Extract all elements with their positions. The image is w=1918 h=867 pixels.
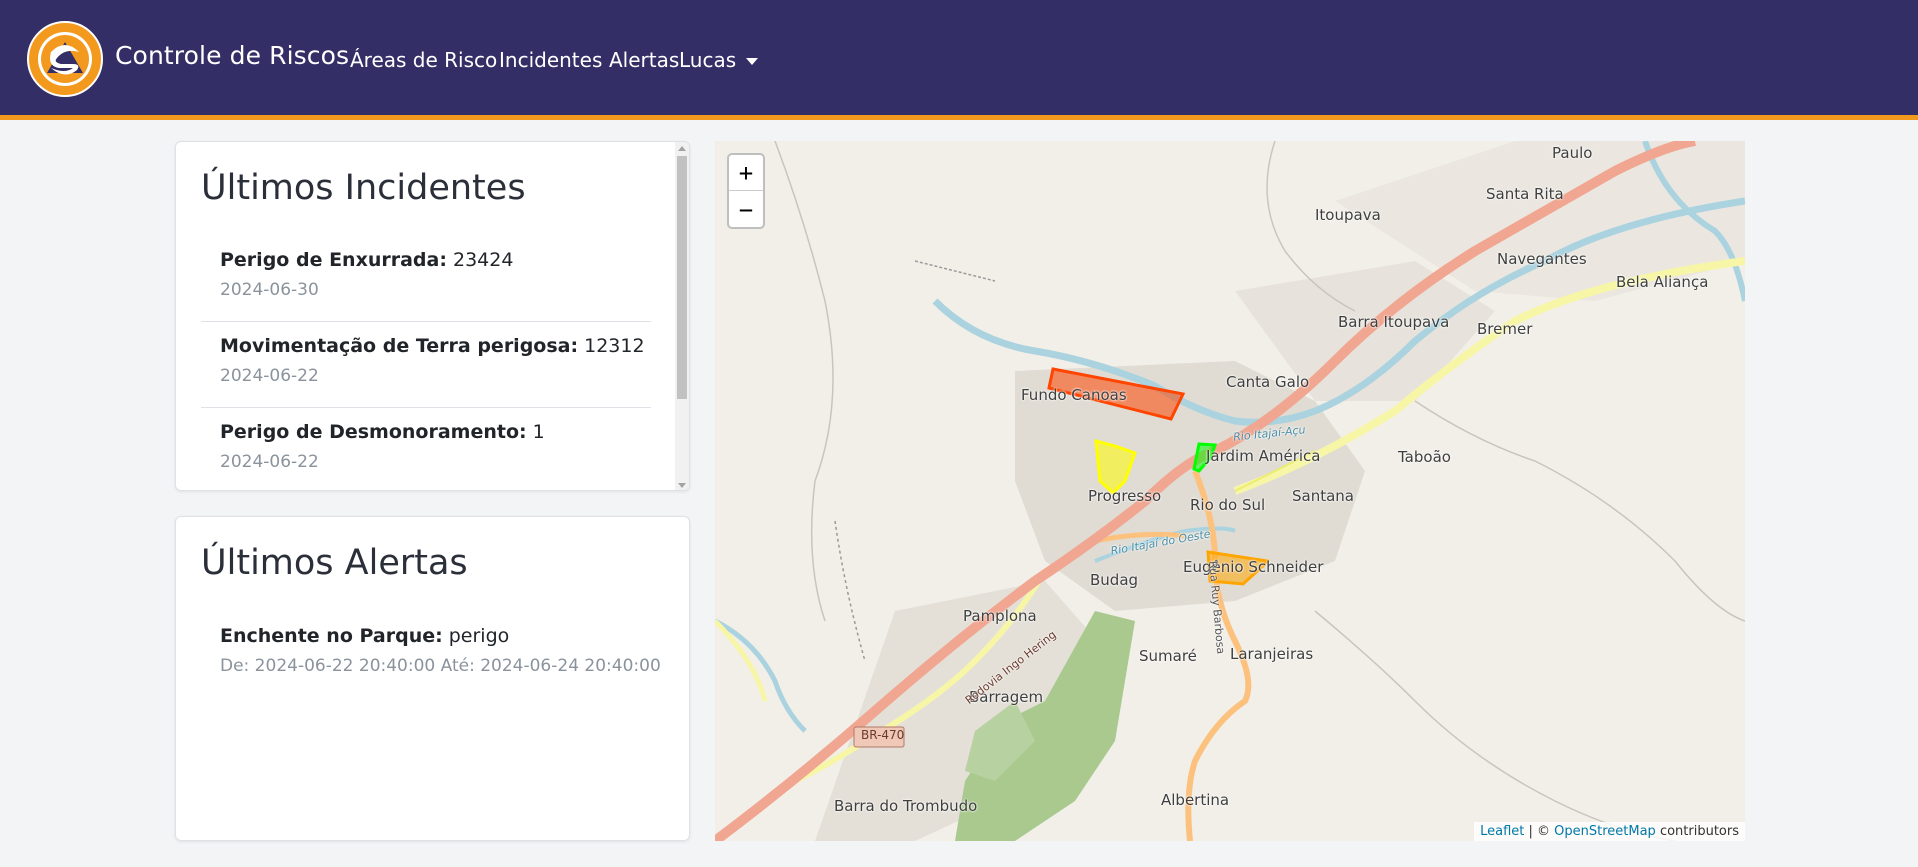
user-menu-dropdown[interactable]: Lucas [679,48,759,72]
map-label: Sumaré [1139,647,1197,665]
attribution-suffix: contributors [1655,824,1739,839]
highway-shield-label: BR-470 [861,728,905,742]
map-attribution: Leaflet | © OpenStreetMap contributors [1474,822,1745,841]
map-label: Eugênio Schneider [1183,558,1324,576]
incident-label: Movimentação de Terra perigosa: [220,335,579,357]
incidents-title: Últimos Incidentes [201,168,526,208]
alert-item[interactable]: Enchente no Parque: perigo De: 2024-06-2… [201,625,661,695]
incident-item[interactable]: Perigo de Desmonoramento: 1 2024-06-22 [201,421,651,490]
incident-text: Movimentação de Terra perigosa: 12312 [220,335,645,357]
zoom-out-button[interactable]: − [729,192,763,228]
map-label: Laranjeiras [1230,645,1314,663]
incident-label: Perigo de Enxurrada: [220,249,447,271]
alerts-card: Últimos Alertas Enchente no Parque: peri… [175,516,690,841]
user-name: Lucas [679,48,737,72]
alerts-title: Últimos Alertas [201,543,468,583]
map-label: Rio do Sul [1190,496,1266,514]
openstreetmap-link[interactable]: OpenStreetMap [1554,824,1656,839]
leaflet-link[interactable]: Leaflet [1480,824,1524,839]
map-label: Bela Aliança [1616,273,1709,291]
nav-incidentes[interactable]: Incidentes [499,48,602,72]
map-label: Pamplona [963,607,1037,625]
incident-label: Perigo de Desmonoramento: [220,421,527,443]
map-label: Taboão [1398,448,1451,466]
brand-title[interactable]: Controle de Riscos [115,41,349,70]
incident-date: 2024-06-22 [220,452,319,472]
map-label: Santana [1292,487,1354,505]
incident-value: 12312 [584,335,645,357]
zoom-in-button[interactable]: + [729,155,763,191]
divider [201,407,651,408]
incident-date: 2024-06-22 [220,366,319,386]
map-label: Jardim América [1206,447,1321,465]
divider [201,321,651,322]
defesa-civil-logo[interactable] [27,18,103,100]
map-label: Albertina [1161,791,1230,809]
map-label: Fundo Canoas [1021,386,1127,404]
incident-value: 1 [532,421,545,443]
map-label: Itoupava [1315,206,1381,224]
incident-item[interactable]: Perigo de Enxurrada: 23424 2024-06-30 [201,249,651,334]
map-label: Bremer [1477,320,1533,338]
scroll-down-arrow-icon[interactable] [678,483,686,488]
map-label: Santa Rita [1486,185,1564,203]
incident-text: Perigo de Enxurrada: 23424 [220,249,513,271]
incident-text: Perigo de Desmonoramento: 1 [220,421,545,443]
map-label: Canta Galo [1226,373,1310,391]
alert-date-range: De: 2024-06-22 20:40:00 Até: 2024-06-24 … [220,656,661,676]
incident-value: 23424 [452,249,514,271]
map-label: Navegantes [1497,250,1587,268]
map-label: Barra Itoupava [1338,313,1450,331]
risk-map[interactable]: Paulo Santa Rita Itoupava Navegantes Bel… [715,141,1745,841]
map-label: Barra do Trombudo [834,797,978,815]
incident-item[interactable]: Movimentação de Terra perigosa: 12312 20… [201,335,651,420]
incident-date: 2024-06-30 [220,280,319,300]
top-navbar: Controle de Riscos Áreas de Risco Incide… [0,0,1918,120]
caret-down-icon [746,57,759,65]
scroll-up-arrow-icon[interactable] [678,146,686,151]
nav-areas-de-risco[interactable]: Áreas de Risco [350,48,497,72]
scrollbar-thumb[interactable] [677,156,687,399]
incidents-scrollbar[interactable] [675,142,689,490]
map-label: Progresso [1088,487,1162,505]
alert-value: perigo [448,625,510,647]
zoom-control: + − [727,153,765,229]
attribution-separator: | © [1524,824,1555,839]
incidents-card: Últimos Incidentes Perigo de Enxurrada: … [175,141,690,491]
map-label: Paulo [1552,144,1593,162]
map-label: Budag [1090,571,1139,589]
alert-text: Enchente no Parque: perigo [220,625,509,647]
alert-label: Enchente no Parque: [220,625,443,647]
nav-alertas[interactable]: Alertas [609,48,679,72]
